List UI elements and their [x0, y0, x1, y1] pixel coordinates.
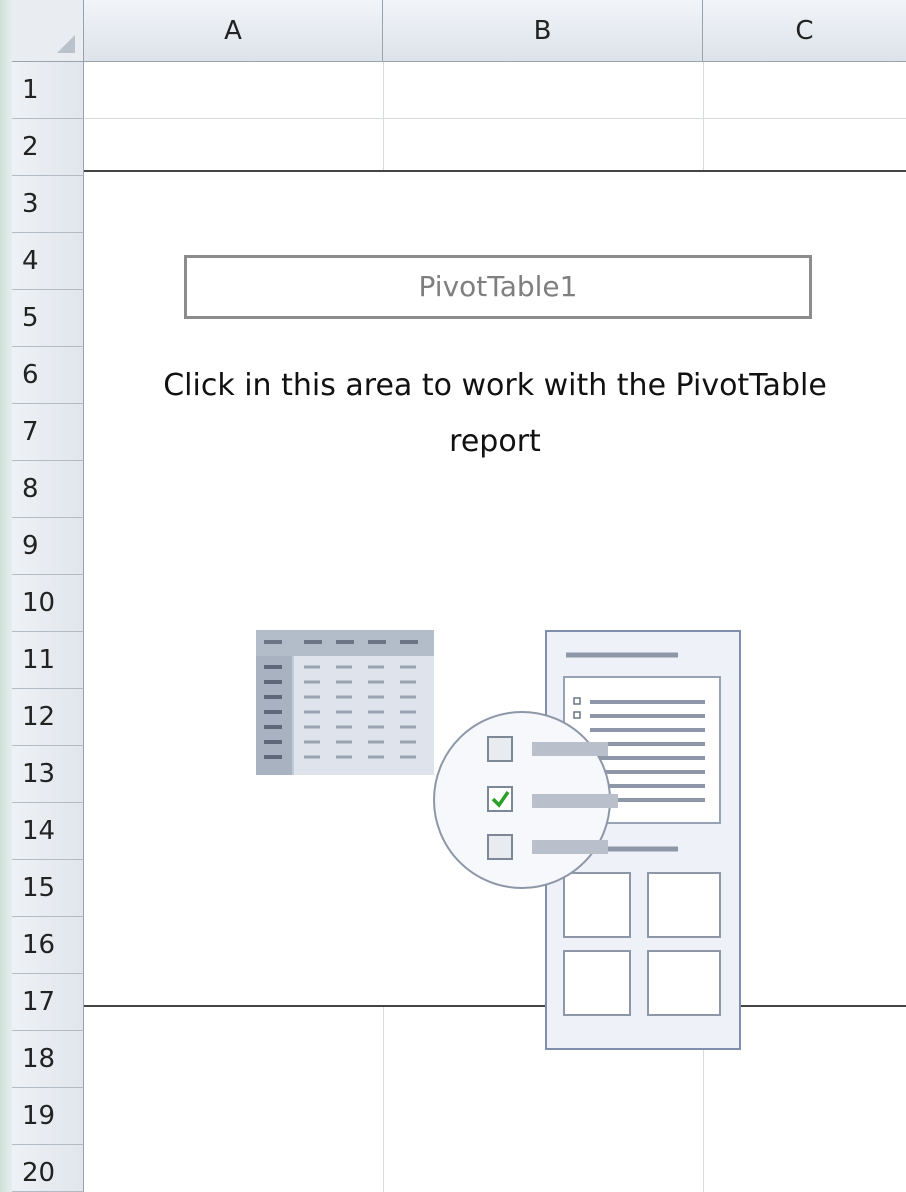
row-header-3[interactable]: 3	[12, 176, 84, 233]
row-header-20[interactable]: 20	[12, 1145, 84, 1192]
row-header-11[interactable]: 11	[12, 632, 84, 689]
column-header-c[interactable]: C	[703, 0, 906, 62]
row-header-4[interactable]: 4	[12, 233, 84, 290]
row-header-8[interactable]: 8	[12, 461, 84, 518]
row-header-14[interactable]: 14	[12, 803, 84, 860]
row-header-17[interactable]: 17	[12, 974, 84, 1031]
data-table-icon	[256, 630, 434, 775]
row-header-13[interactable]: 13	[12, 746, 84, 803]
row-header-15[interactable]: 15	[12, 860, 84, 917]
pivottable-illustration-icon	[256, 630, 741, 1050]
row-header-6[interactable]: 6	[12, 347, 84, 404]
select-all-corner[interactable]	[12, 0, 84, 62]
row-header-19[interactable]: 19	[12, 1088, 84, 1145]
row-header-9[interactable]: 9	[12, 518, 84, 575]
row-header-7[interactable]: 7	[12, 404, 84, 461]
row-header-16[interactable]: 16	[12, 917, 84, 974]
window-edge	[0, 0, 12, 1192]
pivottable-instruction: Click in this area to work with the Pivo…	[84, 358, 906, 470]
instruction-line-2: report	[449, 424, 541, 459]
row-header-12[interactable]: 12	[12, 689, 84, 746]
column-header-b[interactable]: B	[383, 0, 703, 62]
row-header-18[interactable]: 18	[12, 1031, 84, 1088]
row-header-2[interactable]: 2	[12, 119, 84, 176]
pivottable-name-box: PivotTable1	[184, 255, 812, 319]
instruction-line-1: Click in this area to work with the Pivo…	[163, 368, 827, 403]
row-header-5[interactable]: 5	[12, 290, 84, 347]
row-header-1[interactable]: 1	[12, 62, 84, 119]
spreadsheet: A B C 1 2 3 4 5 6 7 8 9 10 11 12 13 14 1…	[0, 0, 906, 1192]
select-all-icon	[57, 35, 75, 53]
column-header-a[interactable]: A	[84, 0, 383, 62]
row-header-10[interactable]: 10	[12, 575, 84, 632]
